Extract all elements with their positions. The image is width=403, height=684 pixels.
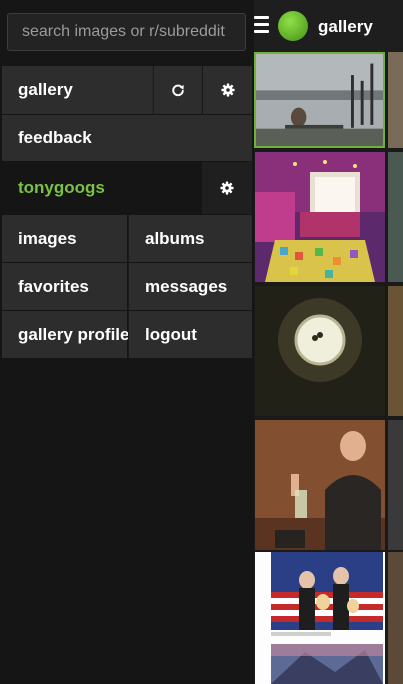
gallery-thumbnail[interactable] bbox=[255, 552, 385, 684]
gallery-thumbnail[interactable] bbox=[255, 152, 385, 282]
gallery-thumbnail-partial[interactable] bbox=[388, 420, 403, 550]
gear-icon bbox=[220, 181, 234, 195]
menu-item-images[interactable]: images bbox=[2, 215, 127, 262]
menu-item-messages[interactable]: messages bbox=[128, 263, 252, 310]
gallery-thumbnail[interactable] bbox=[255, 420, 385, 550]
gallery-thumbnail-partial[interactable] bbox=[388, 552, 403, 684]
menu-item-label: albums bbox=[145, 228, 205, 248]
user-menu-row-1: images albums bbox=[2, 215, 252, 262]
user-settings-button[interactable] bbox=[202, 162, 252, 214]
sidebar-item-label: gallery bbox=[18, 80, 73, 99]
sidebar-item-label: feedback bbox=[18, 128, 92, 147]
top-bar: gallery bbox=[254, 0, 403, 52]
user-row: tonygoogs bbox=[2, 162, 252, 214]
gallery-settings-button[interactable] bbox=[202, 66, 252, 114]
page-title[interactable]: gallery bbox=[318, 17, 373, 37]
menu-item-label: images bbox=[18, 228, 77, 248]
menu-item-label: gallery profile bbox=[18, 324, 130, 344]
menu-item-favorites[interactable]: favorites bbox=[2, 263, 127, 310]
user-menu-row-3: gallery profile logout bbox=[2, 311, 252, 358]
gallery-thumbnail[interactable] bbox=[254, 52, 385, 148]
user-menu-row-2: favorites messages bbox=[2, 263, 252, 310]
hamburger-icon[interactable] bbox=[254, 16, 269, 34]
menu-item-logout[interactable]: logout bbox=[128, 311, 252, 358]
refresh-icon bbox=[171, 84, 184, 97]
menu-item-label: logout bbox=[145, 324, 197, 344]
gear-icon bbox=[220, 83, 235, 97]
menu-item-gallery-profile[interactable]: gallery profile bbox=[2, 311, 130, 358]
sidebar-menu: gallery feedback bbox=[0, 0, 254, 684]
gallery-thumbnail-partial[interactable] bbox=[388, 286, 403, 416]
search-input[interactable] bbox=[7, 13, 246, 51]
search-bar bbox=[0, 0, 254, 66]
gallery-thumbnail-partial[interactable] bbox=[388, 52, 403, 148]
menu-item-label: favorites bbox=[18, 276, 89, 296]
menu-item-albums[interactable]: albums bbox=[128, 215, 252, 262]
gallery-thumbnail[interactable] bbox=[255, 286, 385, 416]
refresh-button[interactable] bbox=[153, 66, 201, 114]
sidebar-item-gallery[interactable]: gallery bbox=[2, 66, 152, 114]
gallery-grid bbox=[254, 52, 403, 684]
gallery-thumbnail-partial[interactable] bbox=[388, 152, 403, 282]
menu-item-label: messages bbox=[145, 276, 228, 296]
username: tonygoogs bbox=[18, 178, 105, 197]
logo-circle[interactable] bbox=[278, 11, 308, 41]
gallery-row: gallery bbox=[2, 66, 252, 114]
feedback-row: feedback bbox=[2, 115, 252, 161]
username-link[interactable]: tonygoogs bbox=[2, 162, 202, 214]
sidebar-item-feedback[interactable]: feedback bbox=[2, 115, 252, 161]
